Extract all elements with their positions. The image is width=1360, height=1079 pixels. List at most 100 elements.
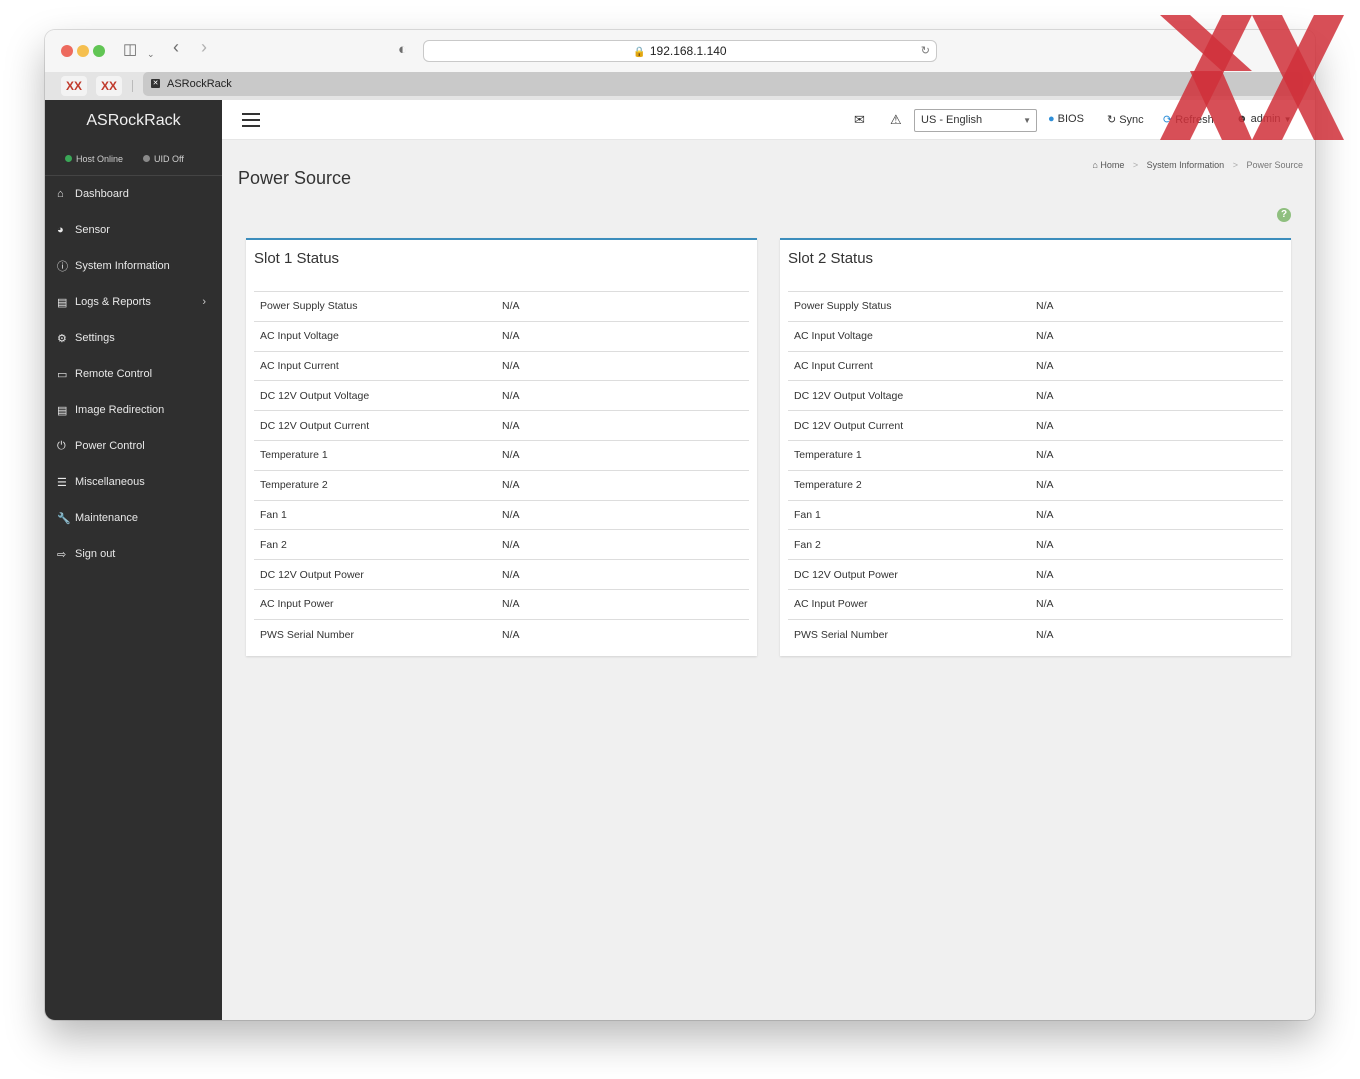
- sidebar-item-label: Sensor: [75, 224, 110, 236]
- table-row: Fan 2 N/A: [254, 530, 749, 561]
- row-value: N/A: [502, 598, 520, 611]
- envelope-icon[interactable]: ✉: [854, 112, 865, 128]
- row-value: N/A: [1036, 598, 1054, 611]
- chart-icon: ▤: [57, 296, 68, 309]
- refresh-link[interactable]: ⟳ Refresh: [1163, 113, 1214, 126]
- list-icon: ☰: [57, 476, 67, 489]
- table-row: PWS Serial Number N/A: [788, 620, 1283, 650]
- sidebar-item-system-information[interactable]: ⓘ System Information: [45, 248, 222, 284]
- active-tab[interactable]: ✕ ASRockRack: [143, 72, 1303, 96]
- sidebar-item-label: Settings: [75, 332, 115, 344]
- drive-icon: ▤: [57, 404, 68, 417]
- sidebar-item-image-redirection[interactable]: ▤ Image Redirection: [45, 392, 222, 428]
- table-row: Power Supply Status N/A: [788, 292, 1283, 322]
- row-label: Power Supply Status: [260, 300, 358, 313]
- tab-separator: [132, 80, 133, 92]
- row-value: N/A: [1036, 419, 1054, 432]
- row-label: DC 12V Output Power: [260, 568, 364, 581]
- bios-link[interactable]: ● BIOS: [1048, 113, 1084, 125]
- back-icon[interactable]: ‹: [173, 38, 179, 56]
- help-icon[interactable]: ?: [1277, 208, 1291, 222]
- table-row: Fan 1 N/A: [788, 501, 1283, 531]
- slot-2-table: Power Supply Status N/A AC Input Voltage N…: [788, 291, 1283, 650]
- sidebar-item-settings[interactable]: ⚙ Settings: [45, 320, 222, 356]
- table-row: DC 12V Output Voltage N/A: [254, 381, 749, 412]
- tab-bar: XX XX ✕ ASRockRack: [45, 72, 1315, 100]
- sync-icon: ↻: [1107, 114, 1117, 126]
- sidebar-item-label: Miscellaneous: [75, 476, 145, 488]
- row-label: Temperature 1: [794, 449, 862, 462]
- table-row: AC Input Voltage N/A: [254, 322, 749, 352]
- row-label: DC 12V Output Current: [260, 419, 370, 432]
- bios-label: BIOS: [1057, 113, 1084, 125]
- breadcrumb-home[interactable]: Home: [1100, 160, 1124, 170]
- row-value: N/A: [1036, 508, 1054, 521]
- table-row: Fan 2 N/A: [788, 530, 1283, 561]
- forward-icon[interactable]: ›: [201, 38, 207, 56]
- browser-window: ◫ ⌄ ‹ › ◐ 🔒 192.168.1.140 ↻ XX XX ✕ ASRoc…: [45, 30, 1315, 1020]
- row-value: N/A: [502, 300, 520, 313]
- signout-icon: ⇨: [57, 548, 67, 561]
- table-row: Power Supply Status N/A: [254, 292, 749, 322]
- brand-logo[interactable]: ASRockRack: [45, 100, 222, 142]
- sync-link[interactable]: ↻ Sync: [1107, 113, 1144, 126]
- sidebar-item-remote-control[interactable]: ▭ Remote Control: [45, 356, 222, 392]
- pinned-tab-2[interactable]: XX: [96, 76, 122, 96]
- pinned-tab-1[interactable]: XX: [61, 76, 87, 96]
- breadcrumb-current: Power Source: [1246, 160, 1303, 170]
- breadcrumb-system-information[interactable]: System Information: [1147, 160, 1225, 170]
- sidebar-item-sensor[interactable]: ◕ Sensor: [45, 212, 222, 248]
- sidebar-item-miscellaneous[interactable]: ☰ Miscellaneous: [45, 464, 222, 500]
- minimize-window-button[interactable]: [77, 45, 89, 57]
- url-bar[interactable]: 🔒 192.168.1.140 ↻: [423, 40, 937, 62]
- status-row: Host Online UID Off: [45, 142, 222, 176]
- row-value: N/A: [502, 419, 520, 432]
- row-value: N/A: [502, 479, 520, 492]
- url-text: 192.168.1.140: [649, 44, 727, 58]
- info-icon: ⓘ: [57, 261, 68, 273]
- table-row: AC Input Voltage N/A: [788, 322, 1283, 352]
- sidebar-item-dashboard[interactable]: ⌂ Dashboard: [45, 176, 222, 212]
- row-label: DC 12V Output Current: [794, 419, 904, 432]
- tab-title: ASRockRack: [167, 78, 232, 90]
- hamburger-menu-icon[interactable]: [242, 113, 260, 127]
- gear-icon: ⚙: [57, 332, 67, 345]
- table-row: DC 12V Output Current N/A: [254, 411, 749, 441]
- reload-icon[interactable]: ↻: [921, 41, 930, 61]
- top-navbar: ✉ ⚠ US - English ▼ ● BIOS ↻ Sync ⟳ Refresh …: [222, 100, 1315, 140]
- sidebar-item-power-control[interactable]: ⏻ Power Control: [45, 428, 222, 464]
- uid-status: UID Off: [143, 154, 184, 164]
- panel-title: Slot 2 Status: [788, 250, 874, 267]
- shield-icon[interactable]: ◐: [398, 41, 407, 59]
- row-value: N/A: [502, 538, 520, 551]
- uid-status-dot-icon: [143, 155, 151, 162]
- row-value: N/A: [502, 449, 520, 462]
- row-label: Temperature 2: [260, 479, 328, 492]
- slot-2-panel: Slot 2 Status Power Supply Status N/A AC …: [780, 238, 1291, 656]
- table-row: DC 12V Output Power N/A: [254, 560, 749, 590]
- warning-icon[interactable]: ⚠: [890, 112, 902, 128]
- row-label: AC Input Current: [260, 359, 339, 372]
- sidebar-toggle-icon[interactable]: ◫: [123, 41, 137, 59]
- sidebar-item-label: Maintenance: [75, 512, 138, 524]
- sidebar-item-label: Image Redirection: [75, 404, 165, 416]
- sidebar-item-logs-reports[interactable]: ▤ Logs & Reports ›: [45, 284, 222, 320]
- sidebar-item-label: Logs & Reports: [75, 296, 151, 308]
- sidebar-item-maintenance[interactable]: 🔧 Maintenance: [45, 500, 222, 536]
- host-status-label: Host Online: [76, 153, 124, 164]
- sync-label: Sync: [1119, 114, 1144, 126]
- table-row: PWS Serial Number N/A: [254, 620, 749, 650]
- language-select[interactable]: US - English ▼: [914, 109, 1037, 132]
- tab-favicon-icon: ✕: [151, 79, 160, 88]
- wrench-icon: 🔧: [57, 512, 71, 525]
- row-value: N/A: [1036, 479, 1054, 492]
- sidebar-nav: ⌂ Dashboard ◕ Sensor ⓘ System Informatio…: [45, 176, 222, 572]
- close-window-button[interactable]: [61, 45, 73, 57]
- user-menu[interactable]: ☻ admin ▼: [1236, 113, 1292, 125]
- monitor-icon: ▭: [57, 368, 68, 381]
- sidebar-item-sign-out[interactable]: ⇨ Sign out: [45, 536, 222, 572]
- row-value: N/A: [502, 389, 520, 402]
- maximize-window-button[interactable]: [93, 45, 105, 57]
- language-select-value: US - English: [921, 114, 983, 126]
- chevron-down-icon[interactable]: ⌄: [147, 45, 155, 63]
